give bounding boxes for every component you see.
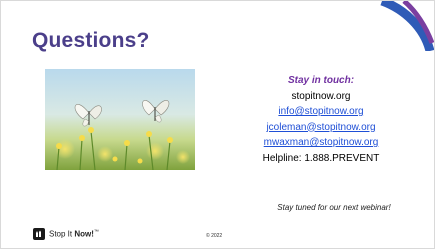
- contact-block: Stay in touch: stopitnow.org info@stopit…: [246, 73, 396, 166]
- stop-it-now-logo: Stop It Now!™: [33, 228, 99, 240]
- hands-logo-icon: [33, 228, 45, 240]
- helpline-text: Helpline: 1.888.PREVENT: [262, 152, 380, 164]
- stay-tuned-text: Stay tuned for our next webinar!: [277, 203, 391, 212]
- email-link-info[interactable]: info@stopitnow.org: [246, 104, 396, 120]
- slide-title: Questions?: [32, 29, 150, 52]
- corner-arc-decoration: [380, 1, 434, 51]
- contact-heading: Stay in touch:: [287, 75, 355, 86]
- email-link-jcoleman[interactable]: jcoleman@stopitnow.org: [246, 120, 396, 136]
- slide: Questions? Stay in touch: stopitnow.org …: [0, 0, 435, 249]
- copyright-year: © 2022: [206, 233, 223, 239]
- email-link-mwaxman[interactable]: mwaxman@stopitnow.org: [246, 135, 396, 151]
- butterfly-photo: [45, 69, 195, 170]
- website-text: stopitnow.org: [291, 90, 351, 102]
- logo-text: Stop It Now!™: [49, 229, 99, 239]
